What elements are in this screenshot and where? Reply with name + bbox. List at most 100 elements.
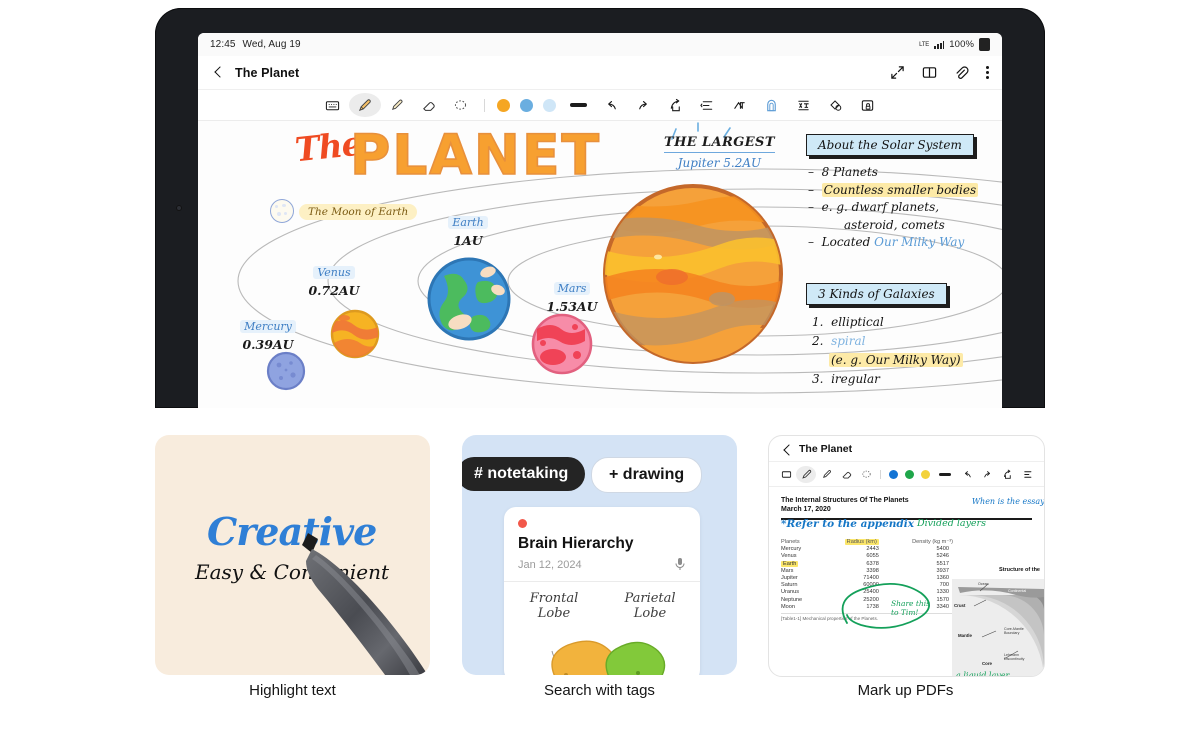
ink-annotation-liquid: a liquid layer xyxy=(956,671,1010,677)
table-row: Mercury 2443 5400 xyxy=(781,546,949,553)
attachment-icon[interactable] xyxy=(954,65,969,80)
planet-label-venus: Venus 0.72AU xyxy=(308,266,360,298)
color-swatch-blue[interactable] xyxy=(888,469,898,479)
page-root: 12:45 Wed, Aug 19 LTE 100% The Planet Th… xyxy=(0,0,1200,729)
col-density: Density (kg m⁻³) xyxy=(912,538,953,545)
solar-system-heading: About the Solar System xyxy=(806,134,974,156)
list-item: 1. elliptical xyxy=(812,315,884,329)
jupiter-illustration xyxy=(603,184,783,364)
text-convert-icon[interactable] xyxy=(724,93,756,117)
toolbar-divider xyxy=(880,469,881,479)
front-camera-icon xyxy=(176,205,182,211)
earth-illustration xyxy=(427,257,511,341)
redo-icon[interactable] xyxy=(628,93,660,117)
status-bar: 12:45 Wed, Aug 19 LTE 100% xyxy=(198,33,1002,56)
align-icon[interactable] xyxy=(1017,466,1037,483)
battery-icon xyxy=(979,38,990,51)
share-icon[interactable] xyxy=(660,93,692,117)
color-swatch-lightblue[interactable] xyxy=(542,98,556,112)
list-item: – e. g. dwarf planets, xyxy=(808,200,940,214)
back-button[interactable] xyxy=(211,66,225,80)
lasso-select-icon[interactable] xyxy=(856,466,876,483)
table-row: Uranus 25400 1330 xyxy=(781,589,949,596)
shape-icon[interactable] xyxy=(820,93,852,117)
pdf-content: The Internal Structures Of The Planets M… xyxy=(769,487,1045,676)
status-date: Wed, Aug 19 xyxy=(242,39,301,50)
mercury-illustration xyxy=(266,351,306,391)
table-row: Jupiter 71400 1360 xyxy=(781,574,949,581)
stroke-width-control[interactable] xyxy=(939,472,951,476)
card-highlight-text[interactable]: Creative Easy & Convenient xyxy=(155,435,430,675)
keyboard-icon[interactable] xyxy=(317,93,349,117)
tag-chip-notetaking[interactable]: # notetaking xyxy=(462,457,586,491)
lock-icon[interactable] xyxy=(852,93,884,117)
diagram-label-continental: Continental xyxy=(1008,589,1027,593)
brain-diagram xyxy=(551,640,666,675)
pen-icon[interactable] xyxy=(796,465,816,483)
color-swatch-green[interactable] xyxy=(904,469,914,479)
table-row: Mars 3398 3937 xyxy=(781,567,949,574)
tag-chip-drawing[interactable]: + drawing xyxy=(591,457,703,493)
highlighter-icon[interactable] xyxy=(816,466,836,483)
note-toolbar xyxy=(198,90,1002,121)
color-swatch-orange[interactable] xyxy=(496,98,510,112)
lasso-select-icon[interactable] xyxy=(445,93,477,117)
card1-caption: Highlight text xyxy=(249,682,336,699)
note-title-planet: PLANET xyxy=(349,122,602,188)
highlighter-icon[interactable] xyxy=(381,93,413,117)
eraser-icon[interactable] xyxy=(413,93,445,117)
table-row: Earth 6378 5517 xyxy=(781,560,949,567)
undo-icon[interactable] xyxy=(596,93,628,117)
largest-planet-callout: THE LARGEST Jupiter 5.2AU xyxy=(664,135,775,170)
redo-icon[interactable] xyxy=(977,466,997,483)
share-icon[interactable] xyxy=(997,466,1017,483)
undo-icon[interactable] xyxy=(957,466,977,483)
card3-doc-title: The Planet xyxy=(799,442,853,455)
card3-caption: Mark up PDFs xyxy=(857,682,954,699)
book-view-icon[interactable] xyxy=(922,65,937,80)
keyboard-icon[interactable] xyxy=(776,466,796,483)
status-time: 12:45 xyxy=(210,39,236,50)
more-options-icon[interactable] xyxy=(986,65,989,80)
card-search-with-tags[interactable]: # notetaking + drawing Brain Hierarchy J… xyxy=(462,435,737,675)
expand-icon[interactable] xyxy=(890,65,905,80)
diagram-label-lehmann: Lehmann Discontinuity xyxy=(1004,653,1025,661)
diagram-label-ocean: Ocean xyxy=(978,582,989,586)
card-mark-up-pdfs[interactable]: The Planet The Internal Structures Of Th… xyxy=(768,435,1045,677)
eraser-icon[interactable] xyxy=(836,466,856,483)
color-swatch-blue[interactable] xyxy=(519,98,533,112)
note-preview-card[interactable]: Brain Hierarchy Jan 12, 2024 Frontal Lob… xyxy=(504,507,700,675)
planet-label-earth: Earth 1AU xyxy=(420,213,516,248)
list-item: (e. g. Our Milky Way) xyxy=(829,353,963,367)
battery-percent: 100% xyxy=(949,39,974,50)
pen-icon[interactable] xyxy=(348,93,381,117)
planet-label-mercury: Mercury 0.39AU xyxy=(220,317,316,352)
microphone-icon[interactable] xyxy=(674,557,686,576)
ink-annotation-deadline: When is the essay deadline xyxy=(971,497,1045,506)
list-item: 2. spiral xyxy=(812,334,866,348)
diagram-label-core-mantle-boundary: Core-Mantle Boundary xyxy=(1004,627,1024,635)
card3-back-button[interactable] xyxy=(780,443,791,454)
note-canvas[interactable]: The PLANET The Moon of Earth THE LARGEST… xyxy=(198,121,1002,408)
table-header-row: Planets Radius (km) Density (kg m⁻³) xyxy=(781,538,953,546)
align-icon[interactable] xyxy=(692,93,724,117)
moon-illustration xyxy=(270,199,294,223)
table-row: Saturn 60000 700 xyxy=(781,582,949,589)
moon-caption: The Moon of Earth xyxy=(299,204,418,220)
card3-toolbar xyxy=(769,462,1044,487)
list-item: – Countless smaller bodies xyxy=(808,182,979,197)
stroke-width-control[interactable] xyxy=(569,103,587,107)
signal-strength-icon xyxy=(934,40,945,49)
diagram-title: Structure of the xyxy=(999,567,1040,573)
list-item: asteroid, comets xyxy=(844,217,945,232)
list-item: 3. iregular xyxy=(812,372,880,386)
earth-structure-diagram: Crust Ocean Continental Mantle Core-Mant… xyxy=(952,579,1044,677)
pdf-date: March 17, 2020 xyxy=(781,506,831,513)
voice-recording-icon[interactable] xyxy=(756,93,788,117)
list-item: – Located Our Milky Way xyxy=(808,235,965,249)
color-swatch-yellow[interactable] xyxy=(920,469,930,479)
toolbar-divider xyxy=(483,98,485,112)
tablet-device: 12:45 Wed, Aug 19 LTE 100% The Planet Th… xyxy=(155,8,1045,408)
paragraph-format-icon[interactable] xyxy=(788,93,820,117)
card3-header: The Planet xyxy=(769,436,1044,462)
